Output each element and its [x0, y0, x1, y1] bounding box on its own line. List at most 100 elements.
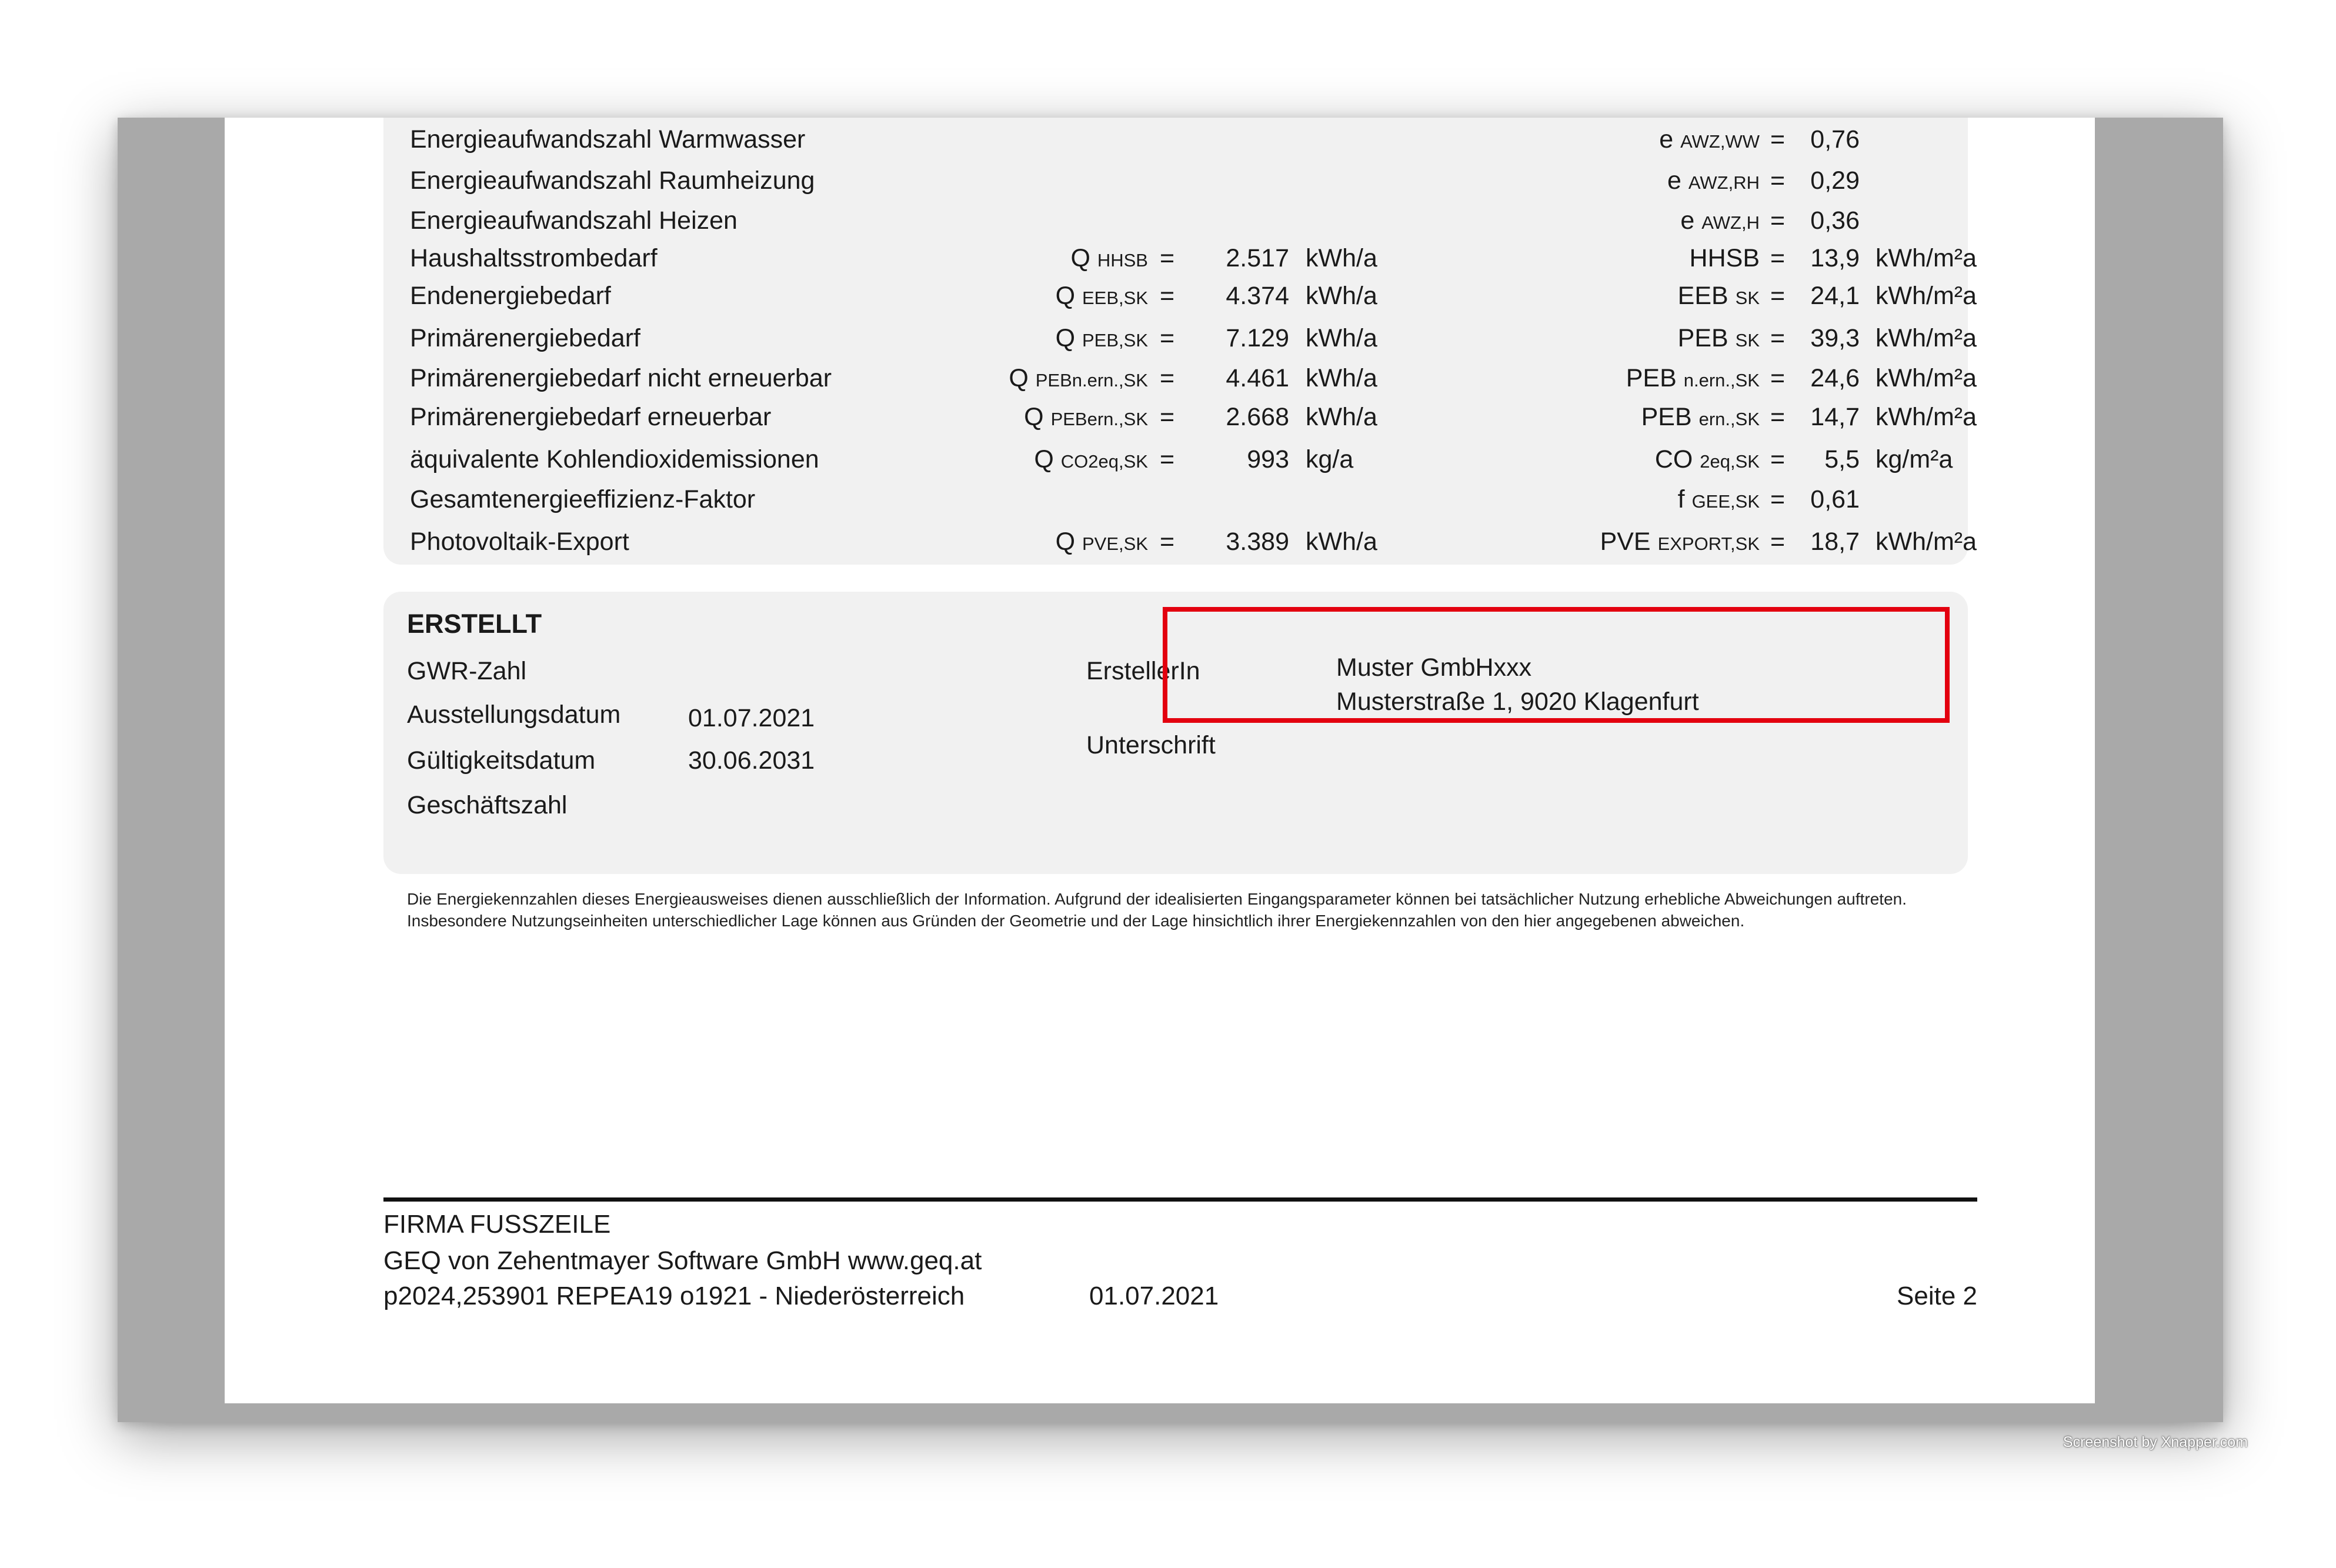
right-symbol-subscript: AWZ,WW — [1680, 131, 1760, 152]
right-symbol-subscript: SK — [1735, 330, 1760, 351]
right-symbol-main: e — [1659, 125, 1674, 154]
row-left-unit: kWh/a — [1306, 324, 1377, 352]
row-left-unit: kWh/a — [1306, 282, 1377, 310]
row-right-equals: = — [1770, 324, 1786, 352]
disclaimer-text: Die Energiekennzahlen dieses Energieausw… — [407, 890, 1907, 930]
right-symbol-main: e — [1667, 166, 1681, 195]
right-symbol-subscript: AWZ,RH — [1688, 172, 1760, 193]
row-left-equals: = — [1160, 244, 1175, 272]
row-right-equals: = — [1770, 125, 1786, 154]
row-left-unit: kg/a — [1306, 445, 1354, 473]
left-symbol-main: Q — [1024, 403, 1044, 431]
row-right-value: 0,29 — [1810, 166, 1860, 195]
row-right-unit: kWh/m²a — [1876, 282, 1977, 310]
gueltigkeitsdatum-label: Gültigkeitsdatum — [407, 746, 596, 775]
right-symbol-subscript: SK — [1735, 288, 1760, 308]
row-left-unit: kWh/a — [1306, 244, 1377, 272]
document-viewer: ERSTELLT GWR-Zahl Ausstellungsdatum 01.0… — [118, 118, 2223, 1422]
row-label: Primärenergiebedarf erneuerbar — [410, 403, 772, 431]
row-right-value: 0,36 — [1810, 206, 1860, 235]
geschaeftszahl-label: Geschäftszahl — [407, 791, 568, 819]
row-right-equals: = — [1770, 206, 1786, 235]
row-left-symbol: Q PEBn.ern.,SK — [1009, 366, 1148, 391]
left-symbol-subscript: HHSB — [1097, 250, 1148, 271]
left-symbol-main: Q — [1034, 445, 1054, 473]
row-left-equals: = — [1160, 282, 1175, 310]
row-label: äquivalente Kohlendioxidemissionen — [410, 445, 819, 473]
row-right-symbol: e AWZ,H — [1680, 208, 1760, 233]
row-left-unit: kWh/a — [1306, 403, 1377, 431]
left-symbol-main: Q — [1055, 282, 1076, 310]
footer-title: FIRMA FUSSZEILE — [383, 1210, 611, 1239]
row-right-value: 13,9 — [1810, 244, 1860, 272]
row-left-equals: = — [1160, 445, 1175, 473]
row-right-unit: kWh/m²a — [1876, 528, 1977, 556]
row-left-equals: = — [1160, 403, 1175, 431]
left-symbol-subscript: PEBn.ern.,SK — [1035, 370, 1148, 391]
gueltigkeitsdatum-value: 30.06.2031 — [688, 746, 815, 775]
row-left-symbol: Q PEB,SK — [1056, 326, 1148, 351]
row-right-symbol: f GEE,SK — [1678, 487, 1760, 512]
left-symbol-subscript: CO2eq,SK — [1060, 451, 1148, 472]
right-symbol-main: PEB — [1677, 324, 1728, 352]
row-left-value: 2.668 — [1226, 403, 1289, 431]
left-symbol-subscript: PVE,SK — [1082, 533, 1148, 554]
ausstellungsdatum-label: Ausstellungsdatum — [407, 700, 621, 729]
right-symbol-main: EEB — [1677, 282, 1728, 310]
row-left-symbol: Q PEBern.,SK — [1024, 405, 1148, 430]
row-right-unit: kg/m²a — [1876, 445, 1953, 473]
row-left-equals: = — [1160, 324, 1175, 352]
right-symbol-subscript: 2eq,SK — [1700, 451, 1760, 472]
right-symbol-subscript: GEE,SK — [1691, 491, 1760, 512]
ausstellungsdatum-value: 01.07.2021 — [688, 704, 815, 732]
footer-date: 01.07.2021 — [1089, 1282, 1219, 1310]
row-right-equals: = — [1770, 166, 1786, 195]
erstellt-heading: ERSTELLT — [407, 609, 542, 639]
row-right-value: 18,7 — [1810, 528, 1860, 556]
row-left-value: 4.461 — [1226, 364, 1289, 392]
row-right-symbol: e AWZ,RH — [1667, 168, 1760, 194]
row-label: Endenergiebedarf — [410, 282, 611, 310]
row-label: Primärenergiebedarf nicht erneuerbar — [410, 364, 832, 392]
right-symbol-main: f — [1677, 485, 1685, 513]
row-label: Energieaufwandszahl Raumheizung — [410, 166, 815, 195]
row-label: Gesamtenergieeffizienz-Faktor — [410, 485, 756, 513]
row-right-equals: = — [1770, 485, 1786, 513]
row-right-symbol: CO 2eq,SK — [1655, 447, 1760, 472]
right-symbol-main: CO — [1654, 445, 1693, 473]
row-right-unit: kWh/m²a — [1876, 403, 1977, 431]
left-symbol-main: Q — [1055, 324, 1076, 352]
row-left-symbol: Q PVE,SK — [1056, 529, 1148, 555]
row-right-value: 24,1 — [1810, 282, 1860, 310]
row-right-unit: kWh/m²a — [1876, 244, 1977, 272]
row-left-value: 2.517 — [1226, 244, 1289, 272]
left-symbol-subscript: PEB,SK — [1082, 330, 1148, 351]
row-right-value: 14,7 — [1810, 403, 1860, 431]
row-right-value: 5,5 — [1824, 445, 1860, 473]
right-symbol-subscript: n.ern.,SK — [1683, 370, 1760, 391]
row-right-equals: = — [1770, 528, 1786, 556]
row-left-symbol: Q EEB,SK — [1056, 283, 1148, 309]
row-left-unit: kWh/a — [1306, 528, 1377, 556]
footer-page-number: Seite 2 — [1897, 1282, 1977, 1310]
row-right-symbol: PEB SK — [1678, 326, 1760, 351]
row-left-value: 3.389 — [1226, 528, 1289, 556]
row-right-symbol: PEB ern.,SK — [1641, 405, 1760, 430]
left-symbol-subscript: EEB,SK — [1082, 288, 1148, 308]
row-label: Energieaufwandszahl Heizen — [410, 206, 737, 235]
row-right-symbol: HHSB — [1690, 246, 1760, 271]
highlight-box — [1163, 607, 1950, 723]
row-right-value: 0,76 — [1810, 125, 1860, 154]
right-symbol-main: HHSB — [1689, 244, 1760, 272]
row-left-symbol: Q CO2eq,SK — [1034, 447, 1148, 472]
footer-divider — [383, 1197, 1977, 1202]
row-label: Haushaltsstrombedarf — [410, 244, 658, 272]
footer-reference: p2024,253901 REPEA19 o1921 - Niederöster… — [383, 1282, 965, 1310]
right-symbol-main: PEB — [1641, 403, 1692, 431]
footer-company: GEQ von Zehentmayer Software GmbH www.ge… — [383, 1246, 982, 1275]
row-right-symbol: e AWZ,WW — [1659, 127, 1760, 152]
right-symbol-subscript: ern.,SK — [1698, 409, 1760, 429]
row-right-equals: = — [1770, 244, 1786, 272]
row-right-value: 39,3 — [1810, 324, 1860, 352]
row-right-equals: = — [1770, 282, 1786, 310]
